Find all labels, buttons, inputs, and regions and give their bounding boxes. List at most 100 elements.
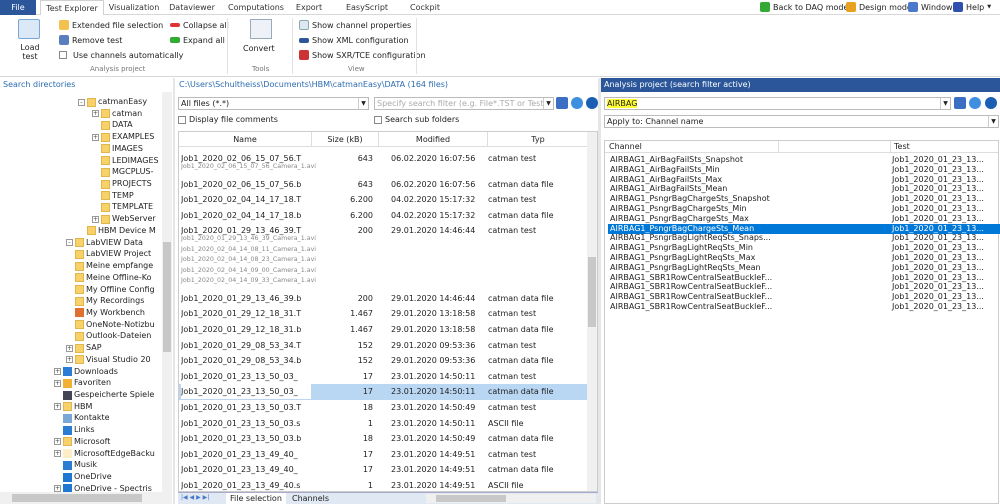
splitter[interactable] xyxy=(598,78,601,504)
tree-line[interactable] xyxy=(66,251,73,258)
tree-item[interactable]: OneDrive xyxy=(54,471,112,483)
tree-line[interactable] xyxy=(66,274,73,281)
tree-line[interactable] xyxy=(92,204,99,211)
plus-icon[interactable]: + xyxy=(54,438,61,446)
tree-item[interactable]: Musik xyxy=(54,459,97,471)
tree-line[interactable] xyxy=(78,227,85,234)
tree-line[interactable] xyxy=(92,169,99,176)
file-list-horizontal-scrollbar[interactable] xyxy=(426,494,596,503)
channel-search-input[interactable]: AIRBAG ▼ xyxy=(604,97,951,110)
scrollbar-thumb[interactable] xyxy=(163,242,171,352)
tab-computations[interactable]: Computations xyxy=(225,0,287,15)
tree-item[interactable]: + Microsoft xyxy=(54,436,110,448)
plus-icon[interactable]: + xyxy=(66,356,73,364)
tree-item[interactable]: IMAGES xyxy=(92,143,143,155)
tree-item[interactable]: Gespeicherte Spiele xyxy=(54,389,154,401)
tree-line[interactable] xyxy=(54,392,61,399)
tree-line[interactable] xyxy=(54,427,61,434)
tree-line[interactable] xyxy=(92,157,99,164)
tree-item[interactable]: + HBM xyxy=(54,401,92,413)
info-icon[interactable] xyxy=(985,97,997,109)
scrollbar-thumb[interactable] xyxy=(588,257,596,327)
tree-item[interactable]: + Favoriten xyxy=(54,377,111,389)
channel-row[interactable]: AIRBAG1_PsngrBagLightReqSts_Min Job1_2020… xyxy=(608,243,1000,253)
plus-icon[interactable]: + xyxy=(92,133,99,141)
attached-video-file[interactable]: Job1_2020_02_04_14_08_11_Camera_1.avi xyxy=(181,246,316,253)
button-window[interactable]: Window▼ xyxy=(908,1,959,13)
attached-video-file[interactable]: Job1_2020_02_06_15_07_56_Camera_1.avi xyxy=(181,163,316,170)
chevron-down-icon[interactable]: ▼ xyxy=(940,98,950,109)
tree-line[interactable] xyxy=(66,286,73,293)
plus-icon[interactable]: + xyxy=(54,403,61,411)
chevron-down-icon[interactable]: ▼ xyxy=(358,98,368,109)
channel-row[interactable]: AIRBAG1_PsngrBagChargeSts_Min Job1_2020_0… xyxy=(608,204,1000,214)
tree-item[interactable]: Links xyxy=(54,424,95,436)
clear-filter-icon[interactable] xyxy=(571,97,583,109)
checkbox[interactable] xyxy=(374,115,382,124)
show-channel-properties-button[interactable]: Show channel properties xyxy=(299,19,411,31)
scrollbar-thumb[interactable] xyxy=(12,494,142,502)
file-row[interactable]: Job1_2020_01_23_13_50_03_ 17 23.01.2020 14… xyxy=(179,384,587,400)
file-list-scrollbar[interactable] xyxy=(587,132,597,491)
column-channel[interactable]: Channel xyxy=(609,141,779,153)
tree-item[interactable]: Meine Offline-Ko xyxy=(66,272,151,284)
checkbox[interactable] xyxy=(178,115,186,124)
chevron-down-icon[interactable]: ▼ xyxy=(543,98,553,109)
attached-video-file[interactable]: Job1_2020_02_04_14_08_23_Camera_1.avi xyxy=(181,256,316,263)
plus-icon[interactable]: + xyxy=(92,110,99,118)
search-sub-folders-checkbox[interactable]: Search sub folders xyxy=(374,115,459,124)
tree-line[interactable] xyxy=(92,145,99,152)
minus-icon[interactable]: - xyxy=(66,239,73,247)
file-type-filter-select[interactable]: All files (*.*) ▼ xyxy=(178,97,369,110)
tree-item[interactable]: Meine empfange xyxy=(66,260,153,272)
file-row[interactable]: Job1_2020_01_23_13_49_40_ 17 23.01.2020 14… xyxy=(179,447,587,463)
plus-icon[interactable]: + xyxy=(54,379,61,387)
channel-row[interactable]: AIRBAG1_PsngrBagChargeSts_Max Job1_2020_0… xyxy=(608,214,1000,224)
column-name[interactable]: Name xyxy=(179,132,312,147)
clear-filter-icon[interactable] xyxy=(969,97,981,109)
file-row[interactable]: Job1_2020_02_06_15_07_56.T 643 06.02.2020 … xyxy=(179,151,587,177)
tab-test-explorer[interactable]: Test Explorer xyxy=(40,0,104,16)
binoculars-icon[interactable] xyxy=(556,97,568,109)
file-row[interactable]: Job1_2020_01_23_13_49_40_ 17 23.01.2020 14… xyxy=(179,462,587,478)
plus-icon[interactable]: + xyxy=(54,368,61,376)
file-row[interactable]: Job1_2020_01_23_13_50_03.T 18 23.01.2020 1… xyxy=(179,400,587,416)
tree-line[interactable] xyxy=(54,462,61,469)
channel-row[interactable]: AIRBAG1_AirBagFailSts_Max Job1_2020_01_23… xyxy=(608,175,1000,185)
tree-line[interactable] xyxy=(92,181,99,188)
tree-item[interactable]: + catman xyxy=(92,108,142,120)
tree-item[interactable]: TEMPLATE xyxy=(92,201,153,213)
tree-line[interactable] xyxy=(66,298,73,305)
tree-item[interactable]: TEMP xyxy=(92,190,134,202)
channel-row[interactable]: AIRBAG1_PsngrBagLightReqSts_Snaps... Job1… xyxy=(608,233,1000,243)
tree-item[interactable]: HBM Device M xyxy=(78,225,156,237)
file-row[interactable]: Job1_2020_01_29_13_46_39.b 200 29.01.2020 … xyxy=(179,291,587,307)
file-row[interactable]: Job1_2020_01_29_12_18_31.b 1.467 29.01.202… xyxy=(179,322,587,338)
tree-item[interactable]: PROJECTS xyxy=(92,178,152,190)
tree-item[interactable]: + Visual Studio 20 xyxy=(66,354,151,366)
button-design[interactable]: Design mode xyxy=(846,1,912,13)
tree-item[interactable]: - LabVIEW Data xyxy=(66,237,143,249)
tree-item[interactable]: My Recordings xyxy=(66,295,144,307)
tree-item[interactable]: Outlook-Dateien xyxy=(66,330,151,342)
attached-video-file[interactable]: Job1_2020_01_29_13_46_39_Camera_1.avi xyxy=(181,235,316,242)
attached-video-file[interactable]: Job1_2020_02_04_14_09_00_Camera_1.avi xyxy=(181,267,316,274)
tab-file[interactable]: File xyxy=(0,0,36,15)
tree-item[interactable]: + EXAMPLES xyxy=(92,131,154,143)
file-row[interactable]: Job1_2020_01_29_08_53_34.T 152 29.01.2020 … xyxy=(179,338,587,354)
tree-item[interactable]: - catmanEasy xyxy=(78,96,147,108)
plus-icon[interactable]: + xyxy=(92,215,99,223)
channel-row[interactable]: AIRBAG1_PsngrBagLightReqSts_Mean Job1_202… xyxy=(608,263,1000,273)
tree-item[interactable]: DATA xyxy=(92,119,133,131)
channel-row[interactable]: AIRBAG1_SBR1RowCentralSeatBuckleF... Job1… xyxy=(608,273,1000,283)
scrollbar-thumb[interactable] xyxy=(436,495,506,502)
tree-item[interactable]: LEDIMAGES xyxy=(92,155,159,167)
plus-icon[interactable]: + xyxy=(66,344,73,352)
checkbox[interactable] xyxy=(59,51,67,59)
column-type[interactable]: Typ xyxy=(488,132,589,147)
tree-item[interactable]: + WebServer xyxy=(92,213,156,225)
convert-button[interactable]: Convert xyxy=(243,44,275,53)
file-row[interactable]: Job1_2020_01_29_12_18_31.T 1.467 29.01.202… xyxy=(179,306,587,322)
info-icon[interactable] xyxy=(586,97,598,109)
tree-horizontal-scrollbar[interactable] xyxy=(0,492,172,504)
